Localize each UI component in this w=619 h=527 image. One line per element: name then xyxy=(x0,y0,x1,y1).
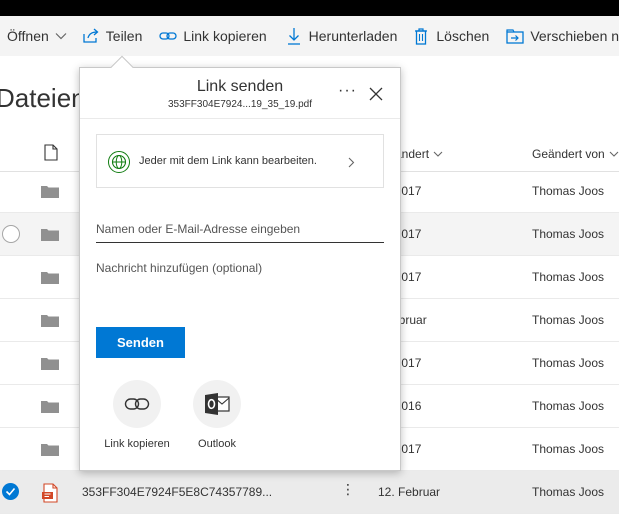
delete-label: Löschen xyxy=(436,28,490,44)
trash-icon xyxy=(412,27,430,45)
folder-icon xyxy=(41,443,59,456)
open-label: Öffnen xyxy=(7,28,49,44)
dialog-beak xyxy=(110,55,134,79)
command-bar: Öffnen Teilen Link kopieren Herunterlade… xyxy=(0,16,619,56)
recipient-input[interactable] xyxy=(96,215,384,243)
link-permission-button[interactable]: Jeder mit dem Link kann bearbeiten. xyxy=(96,134,384,188)
top-bar xyxy=(0,0,619,16)
folder-icon xyxy=(41,400,59,413)
copy-link-option[interactable]: Link kopieren xyxy=(97,380,177,450)
outlook-option[interactable]: Outlook xyxy=(177,380,257,450)
move-to-label: Verschieben nach xyxy=(530,28,619,44)
send-button[interactable]: Senden xyxy=(96,327,185,358)
globe-icon xyxy=(108,151,130,173)
modified-by: Thomas Joos xyxy=(532,313,605,327)
chevron-down-icon xyxy=(609,151,619,157)
share-icon xyxy=(82,27,100,45)
share-label: Teilen xyxy=(105,28,143,44)
message-input[interactable] xyxy=(96,261,384,293)
modified-by: Thomas Joos xyxy=(532,442,605,456)
download-button[interactable]: Herunterladen xyxy=(285,16,398,56)
link-icon xyxy=(159,27,178,45)
modified-by: Thomas Joos xyxy=(532,227,605,241)
modified-date: 12. Februar xyxy=(378,485,441,499)
folder-icon xyxy=(41,314,59,327)
chevron-down-icon xyxy=(55,32,67,40)
modified-by-column-label: Geändert von xyxy=(532,147,605,161)
modified-by: Thomas Joos xyxy=(532,356,605,370)
copy-link-option-label: Link kopieren xyxy=(104,438,170,450)
row-selected-checkmark[interactable] xyxy=(2,483,19,500)
modified-by: Thomas Joos xyxy=(532,184,605,198)
modified-column-header[interactable]: ändert xyxy=(395,144,443,164)
share-button[interactable]: Teilen xyxy=(82,16,143,56)
row-select-radio[interactable] xyxy=(2,225,20,243)
file-type-column-header[interactable] xyxy=(44,144,58,164)
more-actions-icon[interactable]: ⋮ xyxy=(341,481,355,498)
open-button[interactable]: Öffnen xyxy=(7,16,67,56)
copy-link-button[interactable]: Link kopieren xyxy=(159,16,267,56)
table-row[interactable]: 353FF304E7924F5E8C74357789... ⋮ 12. Febr… xyxy=(0,471,619,514)
modified-by: Thomas Joos xyxy=(532,485,605,499)
folder-icon xyxy=(41,185,59,198)
download-label: Herunterladen xyxy=(308,28,398,44)
document-icon xyxy=(44,144,58,164)
modified-by: Thomas Joos xyxy=(532,270,605,284)
dialog-file-name: 353FF304E7924...19_35_19.pdf xyxy=(167,99,312,110)
move-icon xyxy=(506,27,524,45)
dialog-divider xyxy=(80,118,400,119)
outlook-icon xyxy=(193,380,241,428)
chevron-right-icon xyxy=(348,155,355,173)
page-title: Dateien xyxy=(0,83,86,113)
file-name-link[interactable]: 353FF304E7924F5E8C74357789... xyxy=(82,485,272,499)
pdf-file-icon xyxy=(41,483,59,508)
download-icon xyxy=(285,27,303,45)
folder-icon xyxy=(41,271,59,284)
chevron-down-icon xyxy=(433,151,443,157)
send-link-dialog: Link senden 353FF304E7924...19_35_19.pdf… xyxy=(79,55,401,471)
more-options-icon[interactable]: ··· xyxy=(338,82,357,100)
delete-button[interactable]: Löschen xyxy=(412,16,489,56)
modified-by-column-header[interactable]: Geändert von xyxy=(532,144,619,164)
folder-icon xyxy=(41,357,59,370)
folder-icon xyxy=(41,228,59,241)
move-to-button[interactable]: Verschieben nach xyxy=(506,16,619,56)
link-icon xyxy=(113,380,161,428)
link-permission-text: Jeder mit dem Link kann bearbeiten. xyxy=(139,155,317,167)
outlook-option-label: Outlook xyxy=(198,438,236,450)
modified-by: Thomas Joos xyxy=(532,399,605,413)
close-icon[interactable] xyxy=(369,87,383,101)
copy-link-label: Link kopieren xyxy=(183,28,267,44)
